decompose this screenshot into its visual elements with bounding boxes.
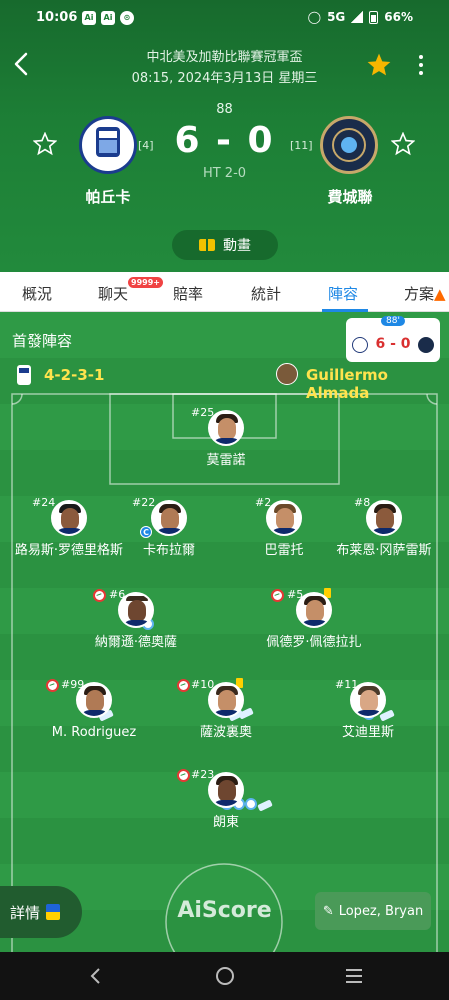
substitution-icon bbox=[177, 679, 190, 692]
referee-name: Lopez, Bryan bbox=[338, 903, 424, 919]
player-avatar bbox=[76, 682, 112, 718]
player-card[interactable]: #25 莫雷諾 bbox=[171, 406, 281, 469]
lineup-title: 首發陣容 bbox=[12, 332, 73, 350]
tab-lineup[interactable]: 陣容 bbox=[328, 283, 358, 304]
referee-badge[interactable]: ✎ Lopez, Bryan bbox=[315, 892, 431, 930]
player-avatar bbox=[151, 500, 187, 536]
player-avatar bbox=[350, 682, 386, 718]
animation-label: 動畫 bbox=[223, 238, 251, 254]
player-card[interactable]: #2 巴雷托 bbox=[229, 496, 339, 559]
nav-home-icon[interactable] bbox=[213, 964, 237, 988]
home-team-name[interactable]: 帕丘卡 bbox=[48, 186, 168, 207]
substitution-icon bbox=[46, 679, 59, 692]
match-score: 6 - 0 bbox=[174, 120, 275, 161]
captain-badge: C bbox=[140, 526, 152, 538]
player-card[interactable]: #6 納爾遜·德奧薩 bbox=[81, 588, 191, 651]
fire-icon: ▲ bbox=[434, 285, 446, 303]
mini-away-crest bbox=[418, 337, 434, 353]
tab-overview[interactable]: 概況 bbox=[22, 283, 52, 304]
player-name: 納爾遜·德奧薩 bbox=[94, 635, 178, 650]
assist-boot-icon bbox=[257, 799, 273, 812]
alarm-icon: ◯ bbox=[307, 10, 322, 24]
away-team-crest[interactable] bbox=[320, 116, 378, 174]
mini-scoreboard[interactable]: 88' 6 - 0 bbox=[346, 316, 440, 362]
player-name: 朗東 bbox=[212, 815, 239, 830]
coach-name[interactable]: Guillermo Almada bbox=[306, 366, 449, 402]
substitution-icon bbox=[177, 769, 190, 782]
team-crest-icon bbox=[17, 365, 31, 385]
halftime-score: HT 2-0 bbox=[202, 166, 247, 181]
whistle-icon: ✎ bbox=[322, 903, 334, 919]
battery-icon bbox=[369, 10, 379, 24]
player-name: M. Rodriguez bbox=[51, 725, 137, 740]
more-options-icon[interactable] bbox=[412, 52, 430, 78]
goal-ball-icon bbox=[245, 798, 257, 810]
player-card[interactable]: #8 布莱恩·冈萨雷斯 bbox=[328, 496, 440, 559]
home-follow-star-icon[interactable] bbox=[33, 132, 57, 156]
network-label: 5G bbox=[327, 10, 346, 24]
player-avatar bbox=[208, 772, 244, 808]
animation-button[interactable]: 動畫 bbox=[172, 230, 278, 260]
nav-back-icon[interactable] bbox=[84, 964, 108, 988]
player-avatar bbox=[296, 592, 332, 628]
player-name: 路易斯·罗德里格斯 bbox=[14, 543, 124, 558]
chat-badge: 9999+ bbox=[128, 277, 163, 288]
system-nav-bar bbox=[0, 952, 449, 1000]
player-name: 布莱恩·冈萨雷斯 bbox=[336, 543, 432, 558]
tab-stats[interactable]: 統計 bbox=[251, 283, 281, 304]
match-minute: 88 bbox=[216, 102, 233, 117]
substitution-icon bbox=[271, 589, 284, 602]
player-name: 莫雷諾 bbox=[206, 453, 246, 468]
mini-minute: 88' bbox=[381, 316, 405, 326]
away-team-name[interactable]: 費城聯 bbox=[290, 186, 410, 207]
player-avatar bbox=[366, 500, 402, 536]
player-card[interactable]: #10 薩波裏奧 bbox=[171, 678, 281, 741]
formation: 4-2-3-1 bbox=[44, 366, 105, 384]
player-number: #22 bbox=[132, 496, 156, 509]
coach-avatar[interactable] bbox=[276, 363, 298, 385]
tab-chat[interactable]: 聊天 bbox=[98, 283, 128, 304]
player-name: 艾迪里斯 bbox=[341, 725, 394, 740]
player-name: 薩波裏奧 bbox=[199, 725, 252, 740]
favorite-star-icon[interactable] bbox=[366, 52, 392, 78]
ai-app-icon: Ai bbox=[82, 11, 96, 25]
signal-icon bbox=[351, 11, 364, 23]
pitch-icon bbox=[199, 239, 215, 251]
player-name: 佩德罗·佩德拉扎 bbox=[266, 635, 362, 650]
player-avatar bbox=[118, 592, 154, 628]
home-rank: [4] bbox=[138, 139, 154, 152]
tab-odds[interactable]: 賠率 bbox=[173, 283, 203, 304]
tab-bar: 概況 聊天 9999+ 賠率 統計 陣容 方案▲ bbox=[0, 272, 449, 312]
player-number: #8 bbox=[354, 496, 371, 509]
player-card[interactable]: #22 C 卡布拉爾 bbox=[114, 496, 224, 559]
ai-app-icon-2: Ai bbox=[101, 11, 115, 25]
player-card[interactable]: #11 艾迪里斯 bbox=[313, 678, 423, 741]
player-avatar bbox=[208, 682, 244, 718]
match-header: 10:06 Ai Ai ⊙ ◯ 5G 66% 中北美及加勒比聯賽冠軍盃 08:1… bbox=[0, 0, 449, 272]
battery-percent: 66% bbox=[384, 10, 413, 24]
player-avatar bbox=[208, 410, 244, 446]
chrome-icon: ⊙ bbox=[120, 11, 134, 25]
status-bar: 10:06 Ai Ai ⊙ ◯ 5G 66% bbox=[0, 0, 449, 36]
substitution-icon bbox=[93, 589, 106, 602]
player-card[interactable]: #5 佩德罗·佩德拉扎 bbox=[259, 588, 369, 651]
nav-recents-icon[interactable] bbox=[342, 964, 366, 988]
player-avatar bbox=[51, 500, 87, 536]
player-card[interactable]: #99 M. Rodriguez bbox=[39, 678, 149, 741]
player-card[interactable]: #23 朗東 bbox=[171, 768, 281, 831]
player-name: 巴雷托 bbox=[264, 543, 304, 558]
away-rank: [11] bbox=[290, 139, 313, 152]
away-follow-star-icon[interactable] bbox=[391, 132, 415, 156]
player-avatar bbox=[266, 500, 302, 536]
lineup-pitch: 首發陣容 88' 6 - 0 4-2-3-1 Guillermo Almada … bbox=[0, 312, 449, 952]
player-card[interactable]: #24 路易斯·罗德里格斯 bbox=[14, 496, 124, 559]
player-name: 卡布拉爾 bbox=[142, 543, 195, 558]
status-right: ◯ 5G 66% bbox=[308, 10, 413, 24]
player-number: #24 bbox=[32, 496, 56, 509]
home-team-crest[interactable] bbox=[79, 116, 137, 174]
status-time: 10:06 bbox=[36, 10, 78, 25]
pitch-lines bbox=[11, 393, 438, 952]
tab-tips[interactable]: 方案▲ bbox=[404, 283, 446, 304]
